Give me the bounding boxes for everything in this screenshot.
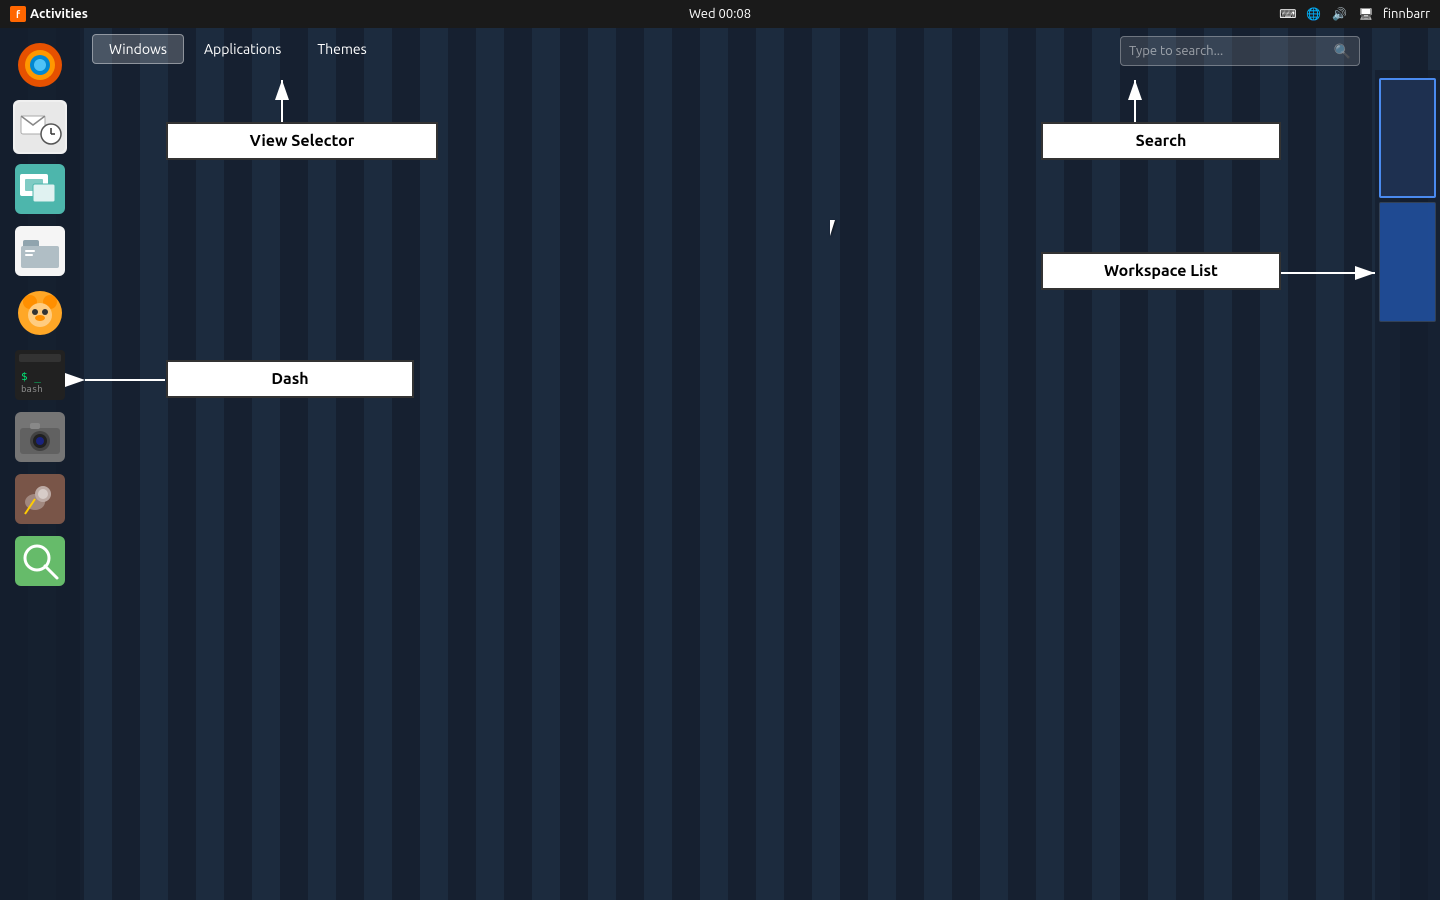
dock-firefox[interactable] <box>13 38 67 92</box>
tab-themes[interactable]: Themes <box>301 35 382 63</box>
username: finnbarr <box>1383 7 1430 21</box>
search-input-container[interactable]: 🔍 <box>1120 36 1360 66</box>
dock-photos[interactable] <box>13 162 67 216</box>
tab-applications[interactable]: Applications <box>188 35 297 63</box>
dock-terminal[interactable]: $ _ bash <box>13 348 67 402</box>
keyboard-icon: ⌨ <box>1279 5 1297 23</box>
view-selector-annotation: View Selector <box>166 122 438 160</box>
svg-text:$ _: $ _ <box>21 370 41 383</box>
search-input[interactable] <box>1129 44 1334 58</box>
dock: $ _ bash <box>0 28 80 900</box>
search-annotation: Search <box>1041 122 1281 160</box>
network-icon: 🌐 <box>1305 5 1323 23</box>
dock-search-app[interactable] <box>13 534 67 588</box>
workspace-list-annotation: Workspace List <box>1041 252 1281 290</box>
screen-icon: 🖥 <box>1357 5 1375 23</box>
activities-label: Activities <box>30 7 88 21</box>
tab-windows[interactable]: Windows <box>92 34 184 64</box>
dock-gimp[interactable] <box>13 472 67 526</box>
search-magnifier-icon: 🔍 <box>1334 43 1351 60</box>
dock-camera[interactable] <box>13 410 67 464</box>
workspace-switcher <box>1375 70 1440 900</box>
clock: Wed 00:08 <box>689 7 751 21</box>
dash-annotation: Dash <box>166 360 414 398</box>
top-bar: f Activities Wed 00:08 ⌨ 🌐 🔊 🖥 finnbarr <box>0 0 1440 28</box>
activities-icon: f <box>10 6 26 22</box>
workspace-1[interactable] <box>1379 78 1436 198</box>
dock-mail[interactable] <box>13 100 67 154</box>
volume-icon: 🔊 <box>1331 5 1349 23</box>
dock-files[interactable] <box>13 224 67 278</box>
activities-button[interactable]: f Activities <box>0 0 98 28</box>
dock-bear[interactable] <box>13 286 67 340</box>
system-tray: ⌨ 🌐 🔊 🖥 finnbarr <box>1279 5 1440 23</box>
workspace-2[interactable] <box>1379 202 1436 322</box>
svg-text:bash: bash <box>21 385 43 395</box>
